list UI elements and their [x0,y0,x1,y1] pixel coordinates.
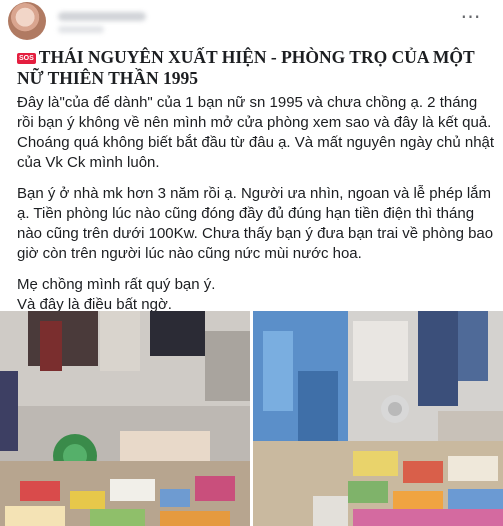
more-options-icon[interactable]: ⋯ [455,7,485,27]
author-avatar[interactable] [8,2,46,40]
post-paragraph: Đây là"của để dành" của 1 bạn nữ sn 1995… [17,94,495,171]
photo-messy-room-left[interactable] [0,311,250,526]
post-paragraph: Bạn ý ở nhà mk hơn 3 năm rồi ạ. Người ưa… [17,185,494,262]
post-card: ⋯ SOS THÁI NGUYÊN XUẤT HIỆN - PHÒNG TRỌ C… [0,0,503,526]
photo-messy-room-right[interactable] [253,311,503,526]
author-name-blurred[interactable] [58,12,146,21]
sos-icon: SOS [17,53,36,64]
post-header: ⋯ [0,0,503,40]
post-title-text: THÁI NGUYÊN XUẤT HIỆN - PHÒNG TRỌ CỦA MỘ… [17,47,475,88]
post-photos [0,311,503,526]
post-paragraph: Mẹ chồng mình rất quý bạn ý. [17,276,216,293]
post-title: SOS THÁI NGUYÊN XUẤT HIỆN - PHÒNG TRỌ CỦA… [17,47,487,89]
post-meta-blurred [58,26,104,33]
post-body: Đây là"của để dành" của 1 bạn nữ sn 1995… [17,93,495,315]
